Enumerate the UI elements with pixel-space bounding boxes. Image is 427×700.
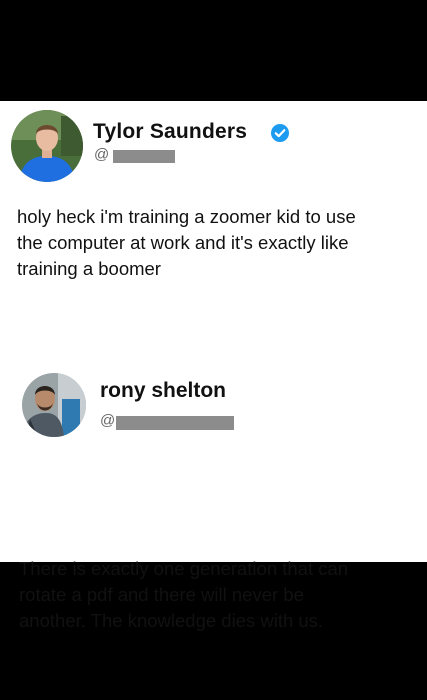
avatar[interactable] <box>22 373 86 437</box>
avatar[interactable] <box>11 110 83 182</box>
tweet-text-line: the computer at work and it's exactly li… <box>17 232 349 253</box>
redacted-handle-bar <box>113 150 175 163</box>
author-handle[interactable]: @ <box>100 412 115 429</box>
tweet-text-line: There is exactly one generation that can <box>19 558 349 579</box>
tweet-text-line: training a boomer <box>17 258 161 279</box>
tweet-text-line: holy heck i'm training a zoomer kid to u… <box>17 206 356 227</box>
screenshot-card: Tylor Saunders @ holy heck i'm training … <box>0 101 427 631</box>
author-name[interactable]: rony shelton <box>100 379 226 403</box>
tweet-text-line: rotate a pdf and there will never be <box>19 584 304 605</box>
tweet-text: holy heck i'm training a zoomer kid to u… <box>17 204 417 282</box>
tweet-text-line: another. The knowledge dies with us. <box>19 610 324 631</box>
tweet-text: There is exactly one generation that can… <box>19 556 419 634</box>
author-name[interactable]: Tylor Saunders <box>93 120 247 144</box>
tweet-rony-shelton[interactable]: rony shelton @ There is exactly one gene… <box>0 361 427 631</box>
redacted-handle-bar <box>116 416 234 430</box>
verified-badge-icon <box>271 124 289 142</box>
author-handle[interactable]: @ <box>94 146 109 163</box>
tweet-tylor-saunders[interactable]: Tylor Saunders @ holy heck i'm training … <box>0 101 427 311</box>
